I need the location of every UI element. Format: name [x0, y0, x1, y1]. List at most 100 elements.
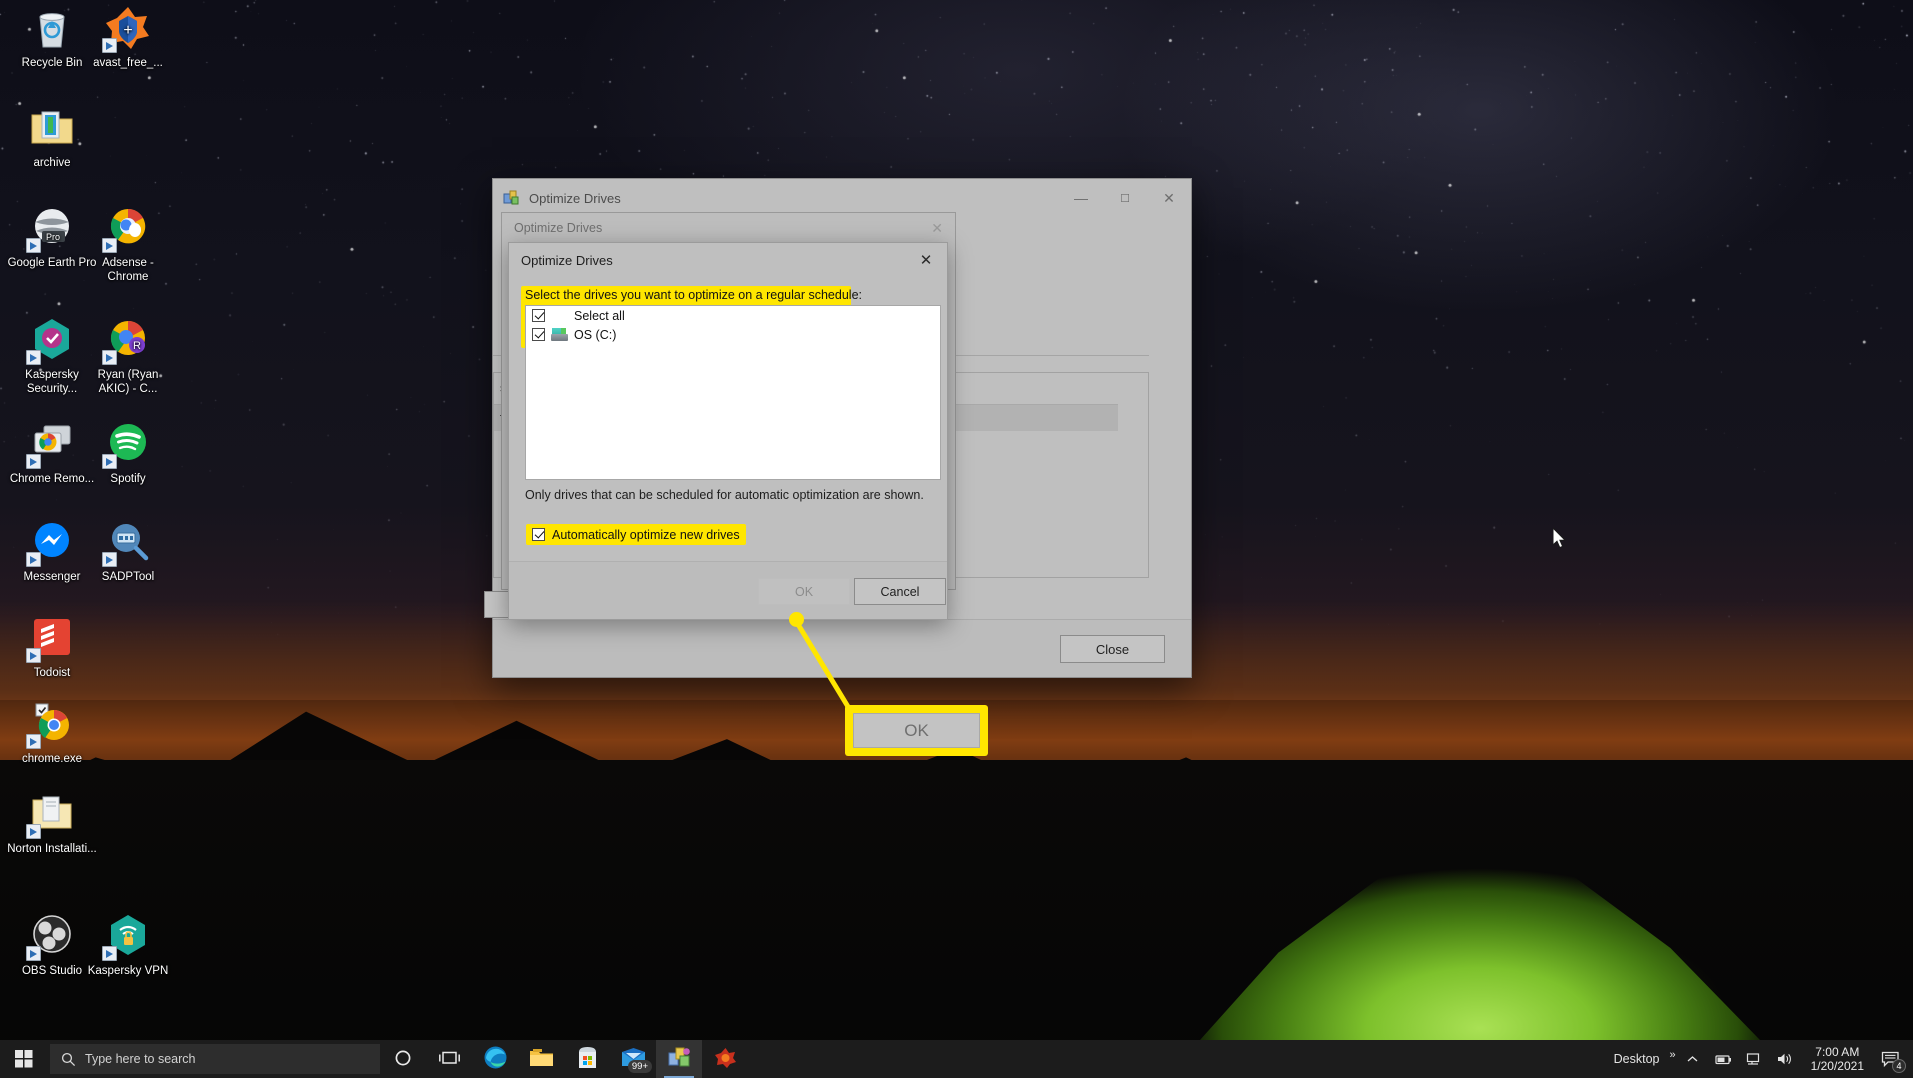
network-icon[interactable]	[1739, 1040, 1770, 1078]
taskbar-item-optimize-drives[interactable]	[656, 1040, 702, 1078]
search-icon	[61, 1052, 76, 1066]
shortcut-overlay-icon	[26, 350, 41, 365]
instruction-label: Select the drives you want to optimize o…	[525, 288, 862, 302]
desktop-icon-sadptool[interactable]: SADPTool	[80, 518, 176, 585]
desktop-icon-chrome-adsense[interactable]: Adsense - Chrome	[80, 204, 176, 284]
shortcut-overlay-icon	[102, 350, 117, 365]
close-window-button[interactable]: Close	[1060, 635, 1165, 663]
taskbar-item-task-view[interactable]	[426, 1040, 472, 1078]
drive-label: Select all	[574, 308, 625, 323]
auto-optimize-row[interactable]: Automatically optimize new drives	[526, 524, 746, 545]
drive-checkbox[interactable]	[532, 328, 545, 341]
desktop-icon-kaspersky-vpn[interactable]: Kaspersky VPN	[80, 912, 176, 979]
shortcut-overlay-icon	[26, 552, 41, 567]
taskbar-item-cortana[interactable]	[380, 1040, 426, 1078]
callout-ok-button[interactable]: OK	[845, 705, 988, 756]
desktop-icon-folder-archive[interactable]: archive	[4, 104, 100, 171]
desktop-icon-label: Spotify	[110, 473, 146, 485]
dialog-title: Optimize Drives	[521, 252, 613, 268]
start-button[interactable]	[0, 1040, 48, 1078]
taskbar-item-microsoft-store[interactable]	[564, 1040, 610, 1078]
desktop-icon-todoist[interactable]: Todoist	[4, 614, 100, 681]
desktop-icon-label: archive	[33, 157, 71, 169]
shortcut-overlay-icon	[26, 734, 41, 749]
system-tray[interactable]: Desktop » 7:00 AM 1/20/2021 4	[1607, 1040, 1913, 1078]
window-footer: Close	[493, 619, 1191, 677]
desktop-icon-label: chrome.exe	[21, 753, 83, 765]
drive-list-item[interactable]: Select all	[526, 306, 940, 325]
window-controls[interactable]: — ☐ ✕	[1059, 179, 1191, 217]
desktop-icon-folder-norton[interactable]: Norton Installati...	[4, 790, 100, 857]
shortcut-overlay-icon	[102, 38, 117, 53]
drive-checkbox[interactable]	[532, 309, 545, 322]
shortcut-overlay-icon	[102, 552, 117, 567]
auto-optimize-label: Automatically optimize new drives	[552, 527, 740, 542]
taskbar-item-microsoft-edge[interactable]	[472, 1040, 518, 1078]
chrome-profile-icon: R	[102, 316, 152, 365]
chrome-adsense-icon	[102, 204, 152, 253]
desktop-icon-spotify[interactable]: Spotify	[80, 420, 176, 487]
taskbar-item-file-explorer[interactable]	[518, 1040, 564, 1078]
kaspersky-security-icon	[26, 316, 76, 365]
desktop-icon-label: Ryan (Ryan AKIC) - C...	[97, 369, 159, 395]
ghost-dialog-title-bar[interactable]: Optimize Drives ✕	[502, 213, 955, 243]
shortcut-overlay-icon	[102, 238, 117, 253]
cancel-button[interactable]: Cancel	[854, 578, 946, 605]
notification-count-badge: 4	[1892, 1059, 1906, 1073]
folder-norton-icon	[26, 790, 76, 839]
drive-list-item[interactable]: OS (C:)	[526, 325, 940, 344]
taskbar-clock[interactable]: 7:00 AM 1/20/2021	[1801, 1045, 1874, 1073]
shortcut-overlay-icon	[26, 946, 41, 961]
start-icon	[15, 1050, 33, 1068]
taskbar[interactable]: Type here to search 99+ Desktop » 7:00 A…	[0, 1040, 1913, 1078]
tray-chevron-up-icon[interactable]	[1679, 1040, 1706, 1078]
optimize-schedule-dialog[interactable]: Optimize Drives ✕ Select the drives you …	[508, 242, 948, 620]
shortcut-overlay-icon	[26, 454, 41, 469]
cortana-icon	[394, 1049, 412, 1070]
chrome-icon	[26, 700, 76, 749]
auto-optimize-checkbox[interactable]	[532, 528, 545, 541]
messenger-icon	[26, 518, 76, 567]
ghost-dialog-close-icon[interactable]: ✕	[931, 220, 943, 237]
callout-anchor-dot	[789, 612, 804, 627]
desktop-icon-chrome-profile[interactable]: R Ryan (Ryan AKIC) - C...	[80, 316, 176, 396]
ghost-dialog-title: Optimize Drives	[514, 221, 603, 235]
dialog-close-icon[interactable]: ✕	[905, 243, 947, 277]
optimize-drives-icon	[503, 190, 520, 207]
microsoft-edge-icon	[483, 1045, 508, 1073]
tray-overflow-icon[interactable]: »	[1666, 1040, 1678, 1078]
svg-text:R: R	[133, 340, 141, 352]
taskbar-item-avast[interactable]	[702, 1040, 748, 1078]
desktop-icon-chrome[interactable]: chrome.exe	[4, 700, 100, 767]
minimize-button[interactable]: —	[1059, 179, 1103, 217]
close-button[interactable]: ✕	[1147, 179, 1191, 217]
shortcut-overlay-icon	[102, 946, 117, 961]
taskbar-item-mail[interactable]: 99+	[610, 1040, 656, 1078]
ok-button[interactable]: OK	[758, 578, 850, 605]
battery-icon[interactable]	[1706, 1040, 1739, 1078]
kaspersky-vpn-icon	[102, 912, 152, 961]
shortcut-overlay-icon	[26, 648, 41, 663]
maximize-button[interactable]: ☐	[1103, 179, 1147, 217]
desktop-icon-avast[interactable]: + avast_free_...	[80, 4, 176, 71]
sadptool-icon	[102, 518, 152, 567]
action-center-icon[interactable]: 4	[1874, 1040, 1907, 1078]
volume-icon[interactable]	[1770, 1040, 1801, 1078]
tray-desktop-label[interactable]: Desktop	[1607, 1040, 1667, 1078]
drive-list[interactable]: Select all OS (C:)	[525, 305, 941, 480]
task-view-icon	[438, 1049, 460, 1070]
clock-time: 7:00 AM	[1815, 1045, 1860, 1059]
dialog-title-bar[interactable]: Optimize Drives ✕	[509, 243, 947, 277]
desktop-icon-label: SADPTool	[101, 571, 155, 583]
optimize-drives-icon	[668, 1047, 691, 1072]
desktop-icon-label: Norton Installati...	[7, 843, 97, 855]
window-title-text: Optimize Drives	[529, 190, 621, 206]
desktop-icon-label: Kaspersky VPN	[87, 965, 169, 977]
svg-text:+: +	[123, 22, 132, 39]
search-input[interactable]: Type here to search	[50, 1044, 380, 1074]
drive-list-note: Only drives that can be scheduled for au…	[525, 488, 924, 502]
todoist-icon	[26, 614, 76, 663]
hard-drive-icon	[551, 328, 568, 341]
file-explorer-icon	[529, 1047, 554, 1072]
shortcut-overlay-icon	[26, 824, 41, 839]
